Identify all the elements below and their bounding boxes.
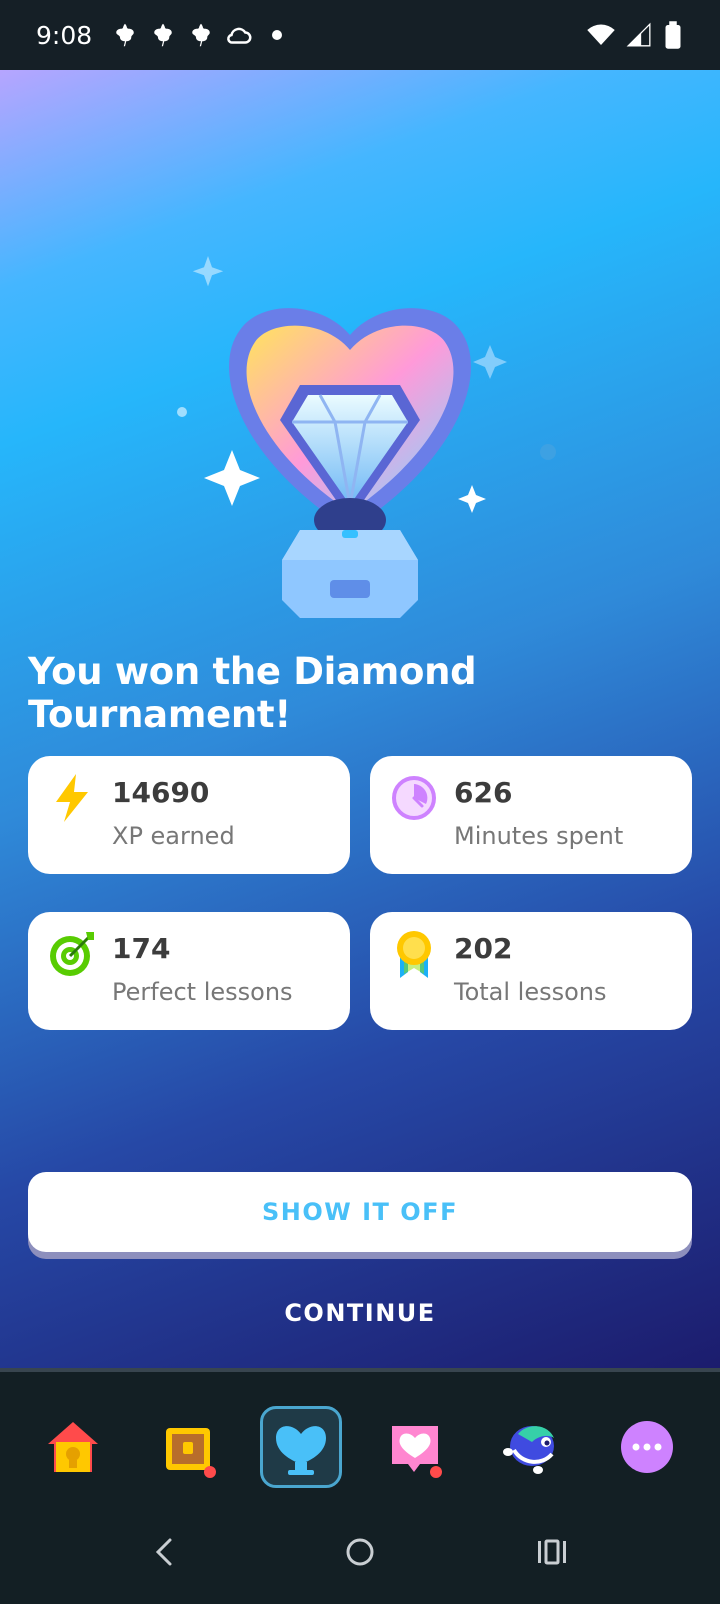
- leaf-icon: [116, 23, 134, 47]
- tab-leaderboard[interactable]: [260, 1406, 342, 1488]
- recents-button[interactable]: [522, 1522, 582, 1582]
- system-nav-bar: [0, 1500, 720, 1604]
- status-time: 9:08: [36, 20, 93, 50]
- tab-messages[interactable]: [374, 1406, 456, 1488]
- wifi-icon: [587, 24, 615, 45]
- stat-value: 202: [454, 932, 513, 965]
- stat-card-minutes: 626 Minutes spent: [370, 756, 692, 874]
- home-icon: [48, 1422, 98, 1472]
- status-bar: 9:08: [0, 0, 720, 70]
- home-circle-icon: [346, 1538, 374, 1566]
- stat-label: XP earned: [112, 822, 235, 850]
- trophy-icon: [276, 1426, 326, 1475]
- stat-label: Minutes spent: [454, 822, 624, 850]
- signal-icon: [626, 22, 651, 47]
- back-button[interactable]: [136, 1522, 196, 1582]
- stat-value: 14690: [112, 776, 210, 809]
- tab-more[interactable]: [606, 1406, 688, 1488]
- home-button[interactable]: [330, 1522, 390, 1582]
- stat-value: 174: [112, 932, 171, 965]
- more-icon: [621, 1421, 673, 1473]
- stat-label: Total lessons: [454, 978, 607, 1006]
- clock-icon: [392, 776, 436, 820]
- leaf-icon: [192, 23, 210, 47]
- back-icon: [155, 1538, 172, 1566]
- diamond-trophy-icon: [177, 256, 556, 618]
- target-icon: [50, 932, 94, 976]
- recents-icon: [538, 1539, 566, 1565]
- stat-value: 626: [454, 776, 513, 809]
- continue-button[interactable]: CONTINUE: [28, 1288, 692, 1338]
- heart-message-icon: [392, 1426, 442, 1478]
- lightning-icon: [56, 774, 88, 822]
- show-it-off-button[interactable]: SHOW IT OFF: [28, 1172, 692, 1252]
- bottom-tab-bar: [0, 1372, 720, 1500]
- medal-icon: [397, 931, 431, 978]
- leaf-icon: [154, 23, 172, 47]
- battery-icon: [665, 21, 681, 49]
- tab-home[interactable]: [32, 1406, 114, 1488]
- stat-card-xp: 14690 XP earned: [28, 756, 350, 874]
- tab-treasure[interactable]: [146, 1406, 228, 1488]
- stat-label: Perfect lessons: [112, 978, 293, 1006]
- cloud-icon: [227, 27, 252, 44]
- stat-card-perfect-lessons: 174 Perfect lessons: [28, 912, 350, 1030]
- treasure-chest-icon: [166, 1428, 216, 1478]
- tab-characters[interactable]: [490, 1406, 572, 1488]
- bird-icon: [503, 1426, 554, 1474]
- page-title: You won the Diamond Tournament!: [28, 650, 477, 736]
- stat-card-total-lessons: 202 Total lessons: [370, 912, 692, 1030]
- dot-icon: [272, 30, 283, 40]
